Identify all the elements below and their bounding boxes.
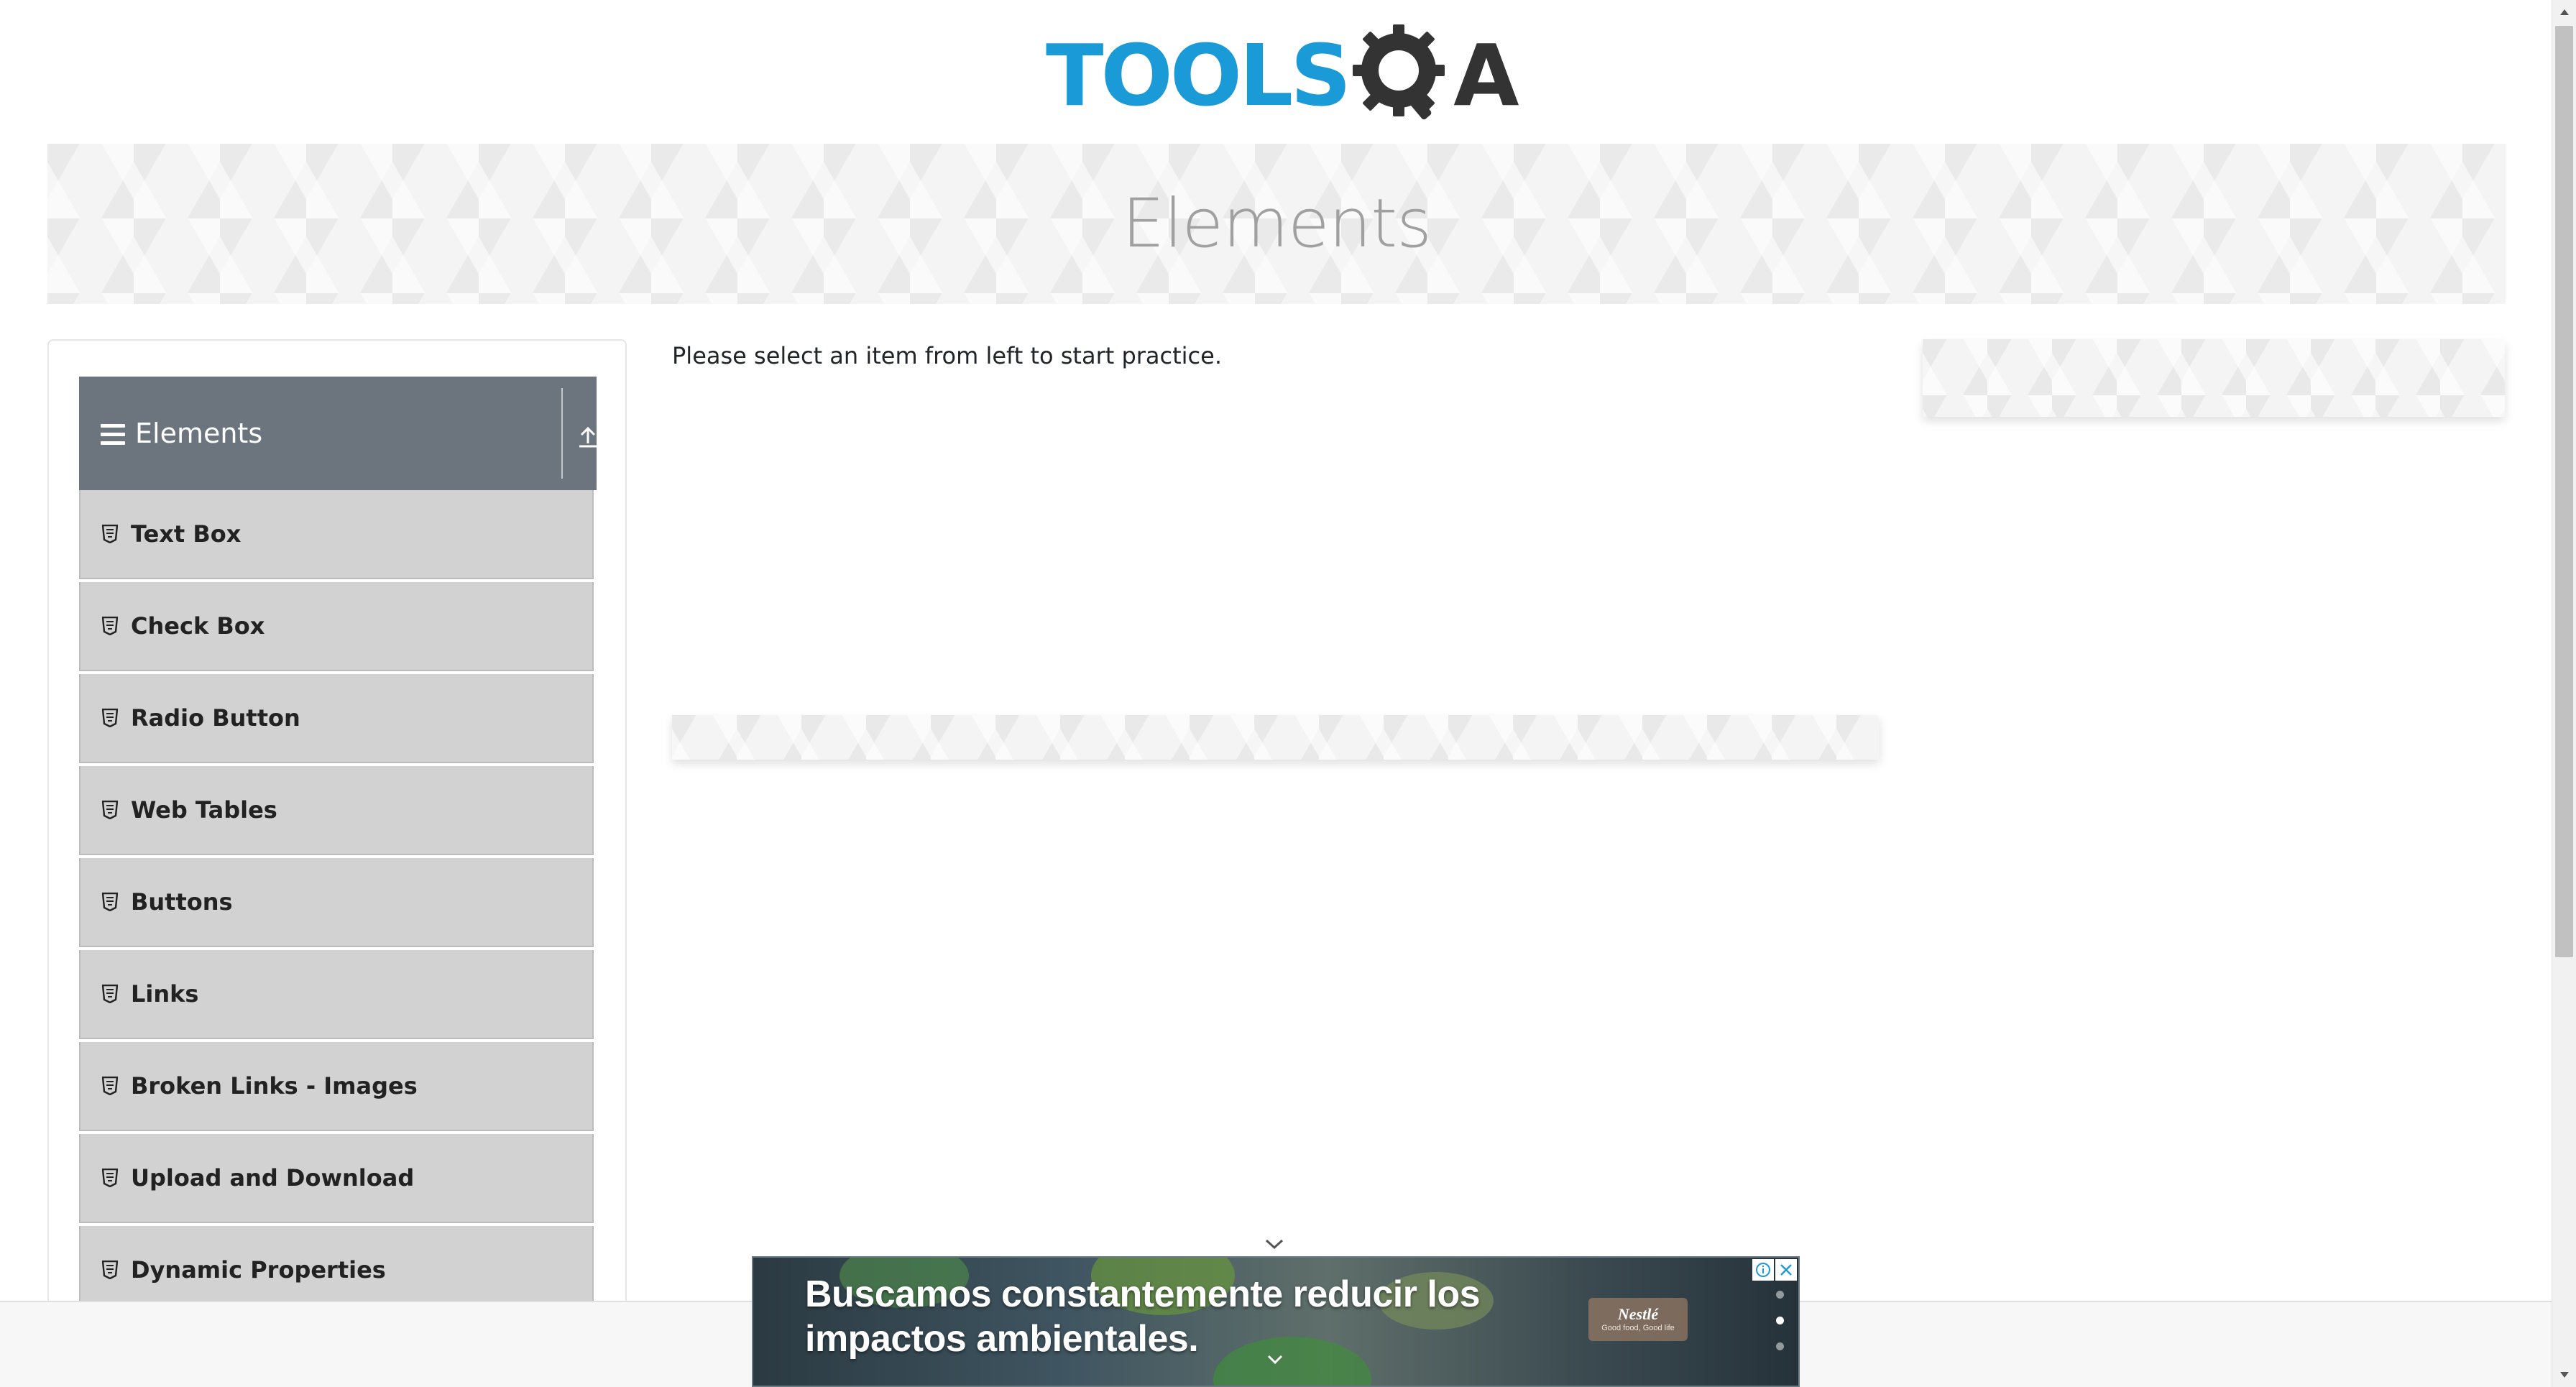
brand-tagline: Good food, Good life — [1601, 1324, 1675, 1332]
scroll-up-arrow-icon[interactable] — [2552, 0, 2576, 24]
sidebar-group-title: Elements — [135, 418, 263, 449]
sidebar-item-radio-button[interactable]: Radio Button — [79, 674, 594, 763]
logo-text: TOOLS — [1046, 26, 1351, 125]
sidebar-item-upload-and-download[interactable]: Upload and Download — [79, 1134, 594, 1223]
sidebar-item-label: Links — [131, 980, 199, 1008]
shield-icon — [102, 893, 118, 911]
sidebar-item-text-box[interactable]: Text Box — [79, 490, 594, 579]
sidebar-item-web-tables[interactable]: Web Tables — [79, 766, 594, 855]
sidebar-item-label: Dynamic Properties — [131, 1256, 386, 1284]
ad-headline: Buscamos constantemente reducir los impa… — [805, 1272, 1524, 1361]
scrollbar-thumb[interactable] — [2555, 26, 2573, 957]
ad-placeholder-center — [672, 715, 1880, 760]
logo-suffix: A — [1453, 26, 1519, 125]
nestle-logo: Nestlé Good food, Good life — [1588, 1298, 1688, 1341]
brand-name: Nestlé — [1617, 1305, 1659, 1323]
shield-icon — [102, 617, 118, 635]
sidebar-item-label: Buttons — [131, 888, 233, 916]
sidebar-item-label: Text Box — [131, 520, 242, 548]
close-icon[interactable] — [1775, 1259, 1797, 1281]
ad-headline-line: impactos ambientales. — [805, 1318, 1199, 1360]
shield-icon — [102, 801, 118, 819]
collapse-up-icon[interactable] — [576, 424, 599, 448]
sidebar-item-label: Radio Button — [131, 704, 300, 732]
page-banner: Elements — [47, 144, 2506, 304]
vertical-scrollbar[interactable] — [2552, 0, 2576, 1387]
hamburger-icon — [101, 424, 125, 446]
sidebar-item-label: Web Tables — [131, 796, 277, 824]
sidebar-item-broken-links-images[interactable]: Broken Links - Images — [79, 1042, 594, 1131]
header-divider — [561, 388, 563, 479]
sidebar-menu-list: Text Box Check Box Radio Button Web Tabl… — [79, 490, 597, 1315]
ad-headline-line: Buscamos constantemente reducir los — [805, 1273, 1481, 1315]
sidebar-panel: Elements Text Box Check Box Radio Button — [47, 339, 627, 1387]
instruction-text: Please select an item from left to start… — [672, 342, 1222, 369]
sidebar-item-check-box[interactable]: Check Box — [79, 582, 594, 671]
carousel-dot-active[interactable] — [1776, 1317, 1784, 1324]
shield-icon — [102, 985, 118, 1003]
carousel-dot[interactable] — [1776, 1342, 1784, 1350]
toolsqa-logo[interactable]: TOOLS A — [1046, 22, 1519, 129]
page: TOOLS A Elements Elements Text Box Check… — [0, 0, 2576, 1387]
shield-icon — [102, 709, 118, 727]
bottom-advertisement[interactable]: Buscamos constantemente reducir los impa… — [752, 1256, 1800, 1387]
page-title: Elements — [1121, 185, 1432, 263]
shield-icon — [102, 1169, 118, 1187]
sidebar-item-links[interactable]: Links — [79, 950, 594, 1039]
carousel-dot[interactable] — [1776, 1291, 1784, 1299]
sidebar-item-label: Check Box — [131, 612, 265, 640]
scroll-down-arrow-icon[interactable] — [2552, 1363, 2576, 1387]
shield-icon — [102, 1077, 118, 1095]
shield-icon — [102, 1261, 118, 1279]
sidebar-item-buttons[interactable]: Buttons — [79, 858, 594, 947]
gear-magnifier-icon — [1353, 24, 1445, 120]
chevron-down-icon[interactable] — [1262, 1236, 1287, 1253]
ad-carousel-dots — [1774, 1291, 1785, 1363]
chevron-down-icon[interactable] — [1265, 1353, 1285, 1367]
sidebar-item-label: Broken Links - Images — [131, 1072, 418, 1100]
shield-icon — [102, 525, 118, 543]
sidebar-group-header[interactable]: Elements — [79, 377, 597, 490]
ad-placeholder-right — [1923, 339, 2505, 417]
sidebar-item-label: Upload and Download — [131, 1164, 415, 1192]
ad-info-icon[interactable] — [1752, 1259, 1774, 1281]
